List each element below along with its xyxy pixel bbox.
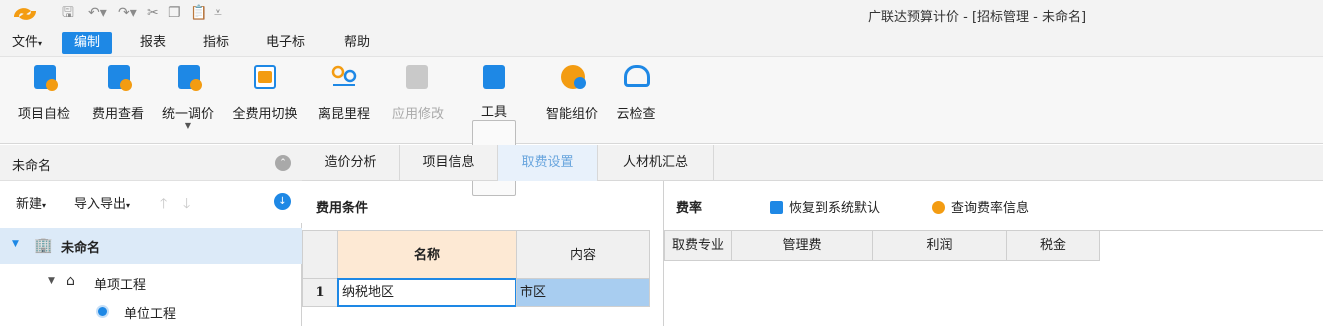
ribbon-toolbar: 项目自检 费用查看 统一调价 ▼ 全费用切换 离昆里程 应用修改 工具 ▼ — [0, 56, 1323, 196]
unified-price-button[interactable]: 统一调价 ▼ — [154, 61, 222, 139]
fee-view-label: 费用查看 — [91, 107, 144, 122]
expand-arrow-icon[interactable]: ▼ — [12, 239, 19, 249]
download-icon[interactable]: ↓ — [274, 193, 291, 210]
query-icon — [932, 201, 945, 214]
smart-badge-icon — [574, 77, 586, 89]
cell-content[interactable]: 市区 — [516, 278, 650, 307]
tree-item-root-label: 未命名 — [61, 241, 101, 256]
full-fee-switch-label: 全费用切换 — [232, 107, 298, 122]
row-number: 1 — [302, 278, 338, 307]
title-bar: 🖫 ↶▾ ↷▾ ✂ ❐ 📋 ⩡ 广联达预算计价 - [招标管理 - 未命名] — [0, 0, 1323, 28]
tree-item-unit-label: 单位工程 — [124, 307, 177, 322]
full-fee-switch-button[interactable]: 全费用切换 — [226, 61, 304, 139]
paste-icon[interactable]: 📋 — [190, 6, 207, 20]
self-check-button[interactable]: 项目自检 — [10, 61, 78, 139]
grid-corner — [302, 230, 338, 279]
unified-price-label: 统一调价 — [161, 107, 214, 122]
query-rate-button[interactable]: 查询费率信息 — [932, 197, 1029, 216]
tab-fee-settings[interactable]: 取费设置 — [498, 145, 598, 181]
tab-project-info[interactable]: 项目信息 — [400, 145, 498, 181]
menu-report[interactable]: 报表 — [136, 33, 170, 53]
price-badge-icon — [190, 79, 202, 91]
restore-default-label: 恢复到系统默认 — [789, 201, 881, 216]
fee-rate-panel: 费率 恢复到系统默认 查询费率信息 取费专业 管理费 利润 税金 — [664, 181, 1323, 326]
mileage-label: 离昆里程 — [317, 107, 370, 122]
menu-help[interactable]: 帮助 — [340, 33, 374, 53]
project-tree-header: 未命名 ⌃ — [0, 145, 302, 181]
menu-indicator[interactable]: 指标 — [199, 33, 233, 53]
menu-file[interactable]: 文件▾ — [8, 33, 46, 53]
cloud-check-label: 云检查 — [616, 107, 656, 122]
restore-icon — [770, 201, 783, 214]
check-badge-icon — [46, 79, 58, 91]
view-badge-icon — [120, 79, 132, 91]
rate-header-profit[interactable]: 利润 — [872, 230, 1007, 261]
unit-dot-icon — [98, 307, 107, 316]
smart-price-button[interactable]: 智能组价 — [536, 61, 608, 139]
import-export-button[interactable]: 导入导出▾ — [74, 193, 130, 212]
tools-label: 工具 — [480, 105, 507, 120]
tab-bar: 造价分析 项目信息 取费设置 人材机汇总 — [302, 145, 1323, 181]
apply-modify-label: 应用修改 — [391, 107, 444, 122]
tree-item-root[interactable]: ▼ 🏢 未命名 — [0, 228, 302, 264]
header-name[interactable]: 名称 — [337, 230, 517, 279]
mileage-button[interactable]: 离昆里程 — [308, 61, 380, 139]
dropdown-caret-icon: ▼ — [184, 121, 192, 130]
tree-item-unit[interactable]: 单位工程 — [0, 295, 302, 326]
menu-edit[interactable]: 编制 — [62, 32, 113, 54]
customize-icon[interactable]: ⩡ — [214, 6, 222, 20]
save-icon[interactable]: 🖫 — [62, 6, 74, 20]
location-pin-icon — [331, 65, 357, 86]
collapse-icon[interactable]: ⌃ — [275, 155, 291, 171]
tools-icon — [483, 65, 505, 89]
tab-cost-analysis[interactable]: 造价分析 — [302, 145, 400, 181]
home-icon: ⌂ — [66, 273, 75, 289]
app-logo-icon — [14, 8, 36, 20]
project-tree-title: 未命名 — [12, 159, 52, 174]
cut-icon[interactable]: ✂ — [147, 6, 159, 20]
header-content[interactable]: 内容 — [516, 230, 650, 279]
restore-default-button[interactable]: 恢复到系统默认 — [770, 197, 880, 216]
copy-icon[interactable]: ❐ — [168, 6, 181, 20]
move-down-icon[interactable]: 🡓 — [183, 193, 190, 217]
fee-conditions-panel: 费用条件 名称 内容 1 纳税地区 市区 — [302, 181, 664, 326]
expand-arrow-icon[interactable]: ▼ — [48, 276, 55, 286]
menu-etender[interactable]: 电子标 — [262, 33, 309, 53]
undo-icon[interactable]: ↶▾ — [88, 6, 107, 20]
cell-name-input[interactable]: 纳税地区 — [337, 278, 517, 307]
rate-header-specialty[interactable]: 取费专业 — [664, 230, 732, 261]
self-check-label: 项目自检 — [17, 107, 70, 122]
new-button[interactable]: 新建▾ — [16, 193, 46, 212]
rate-header-tax[interactable]: 税金 — [1006, 230, 1100, 261]
cloud-check-button[interactable]: 云检查 — [608, 61, 664, 139]
tree-item-single-label: 单项工程 — [94, 278, 147, 293]
menu-bar: 文件▾ 编制 报表 指标 电子标 帮助 — [0, 28, 1323, 56]
rate-header-management[interactable]: 管理费 — [731, 230, 873, 261]
smart-price-label: 智能组价 — [545, 107, 598, 122]
fee-view-button[interactable]: 费用查看 — [84, 61, 152, 139]
query-rate-label: 查询费率信息 — [951, 201, 1030, 216]
building-icon: 🏢 — [34, 236, 53, 254]
redo-icon[interactable]: ↷▾ — [118, 6, 137, 20]
tab-material-summary[interactable]: 人材机汇总 — [598, 145, 714, 181]
move-up-icon[interactable]: 🡑 — [160, 193, 167, 217]
cloud-check-icon — [624, 65, 650, 87]
apply-modify-icon — [406, 65, 428, 89]
apply-modify-button[interactable]: 应用修改 — [384, 61, 452, 139]
project-tree-pane: 未命名 ⌃ 新建▾ 导入导出▾ 🡑 🡓 ↓ ▼ 🏢 未命名 ▼ ⌂ 单项工程 单… — [0, 145, 302, 326]
fee-rate-title: 费率 — [676, 201, 703, 216]
fee-tag-icon — [258, 71, 272, 83]
window-title: 广联达预算计价 - [招标管理 - 未命名] — [868, 10, 1087, 25]
project-tree-toolbar: 新建▾ 导入导出▾ 🡑 🡓 ↓ — [0, 181, 302, 223]
fee-conditions-title: 费用条件 — [316, 201, 369, 216]
